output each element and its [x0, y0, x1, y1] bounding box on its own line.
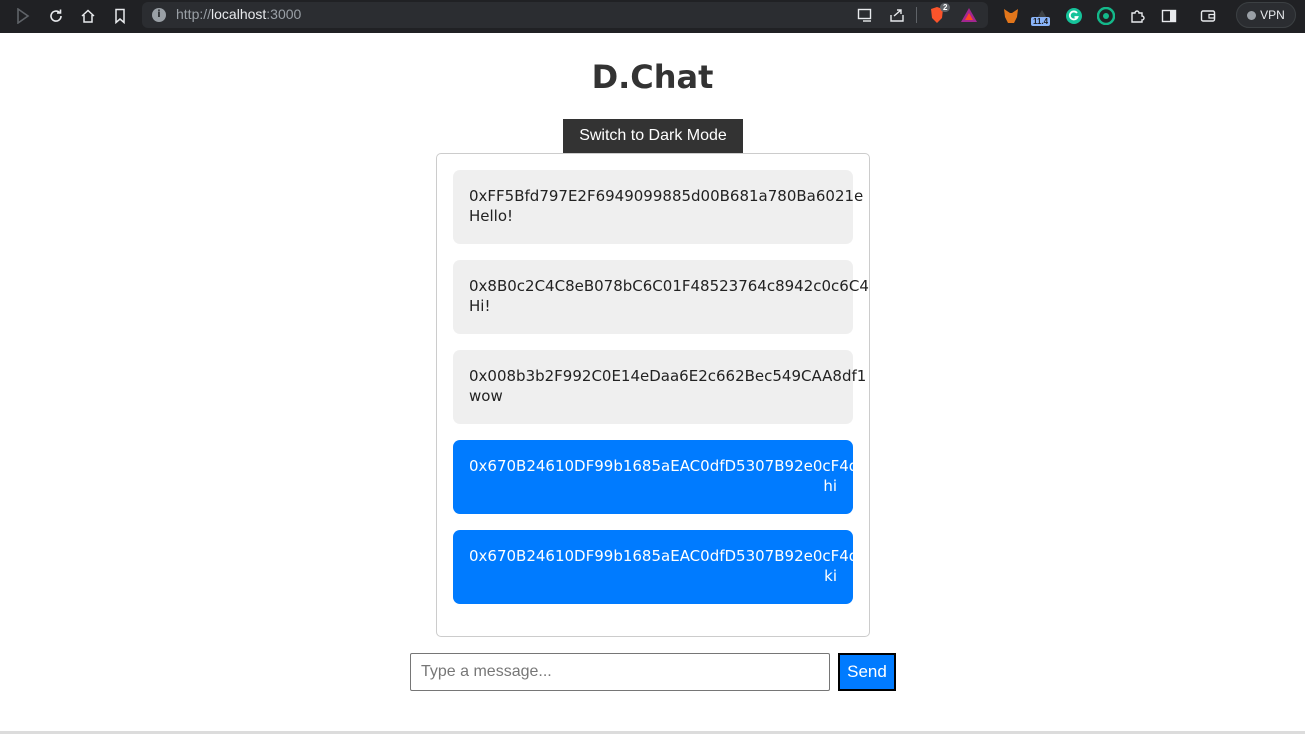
address-bar[interactable]: i http://localhost:3000 2: [142, 2, 988, 28]
message-text: wow: [469, 387, 503, 405]
vpn-status-icon: [1247, 10, 1257, 20]
bookmark-icon[interactable]: [109, 5, 131, 27]
message-text: ki: [824, 567, 837, 585]
message-text: Hi!: [469, 297, 491, 315]
edge-extension-icon[interactable]: [1095, 5, 1117, 27]
share-icon[interactable]: [886, 4, 908, 26]
play-icon[interactable]: [12, 5, 34, 27]
brave-shield-icon[interactable]: 2: [926, 3, 951, 26]
message-text: Hello!: [469, 207, 514, 225]
message-sender: 0x670B24610DF99b1685aEAC0dfD5307B92e0cF4…: [469, 457, 868, 475]
message-sender: 0x8B0c2C4C8eB078bC6C01F48523764c8942c0c6…: [469, 277, 869, 295]
message-bubble: 0x8B0c2C4C8eB078bC6C01F48523764c8942c0c6…: [453, 260, 869, 334]
site-info-icon[interactable]: i: [152, 8, 166, 22]
message-input[interactable]: [410, 653, 830, 691]
message-bubble: 0xFF5Bfd797E2F6949099885d00B681a780Ba602…: [453, 170, 864, 244]
sidebar-icon[interactable]: [1158, 5, 1180, 27]
url-text: http://localhost:3000: [176, 6, 302, 22]
extension-badge: 11.4: [1031, 17, 1051, 26]
send-button[interactable]: Send: [838, 653, 896, 691]
grammarly-icon[interactable]: [1063, 5, 1085, 27]
separator: [916, 7, 917, 23]
message-sender: 0xFF5Bfd797E2F6949099885d00B681a780Ba602…: [469, 187, 864, 205]
vpn-button[interactable]: VPN: [1236, 2, 1296, 28]
extension-icon[interactable]: 11.4: [1031, 5, 1053, 27]
message-bubble: 0x008b3b2F992C0E14eDaa6E2c662Bec549CAA8d…: [453, 350, 867, 424]
vpn-label: VPN: [1260, 8, 1285, 22]
reload-icon[interactable]: [45, 5, 67, 27]
message-sender: 0x670B24610DF99b1685aEAC0dfD5307B92e0cF4…: [469, 547, 868, 565]
cast-icon[interactable]: [854, 4, 876, 26]
chat-window[interactable]: 0xFF5Bfd797E2F6949099885d00B681a780Ba602…: [436, 153, 870, 637]
puzzle-icon[interactable]: [1126, 5, 1148, 27]
message-sender: 0x008b3b2F992C0E14eDaa6E2c662Bec549CAA8d…: [469, 367, 867, 385]
home-icon[interactable]: [77, 5, 99, 27]
metamask-icon[interactable]: [1000, 5, 1022, 27]
brave-badge: 2: [940, 3, 951, 12]
browser-toolbar: i http://localhost:3000 2 11.4 VPN: [0, 0, 1305, 33]
own-message-bubble: 0x670B24610DF99b1685aEAC0dfD5307B92e0cF4…: [453, 530, 868, 604]
message-text: hi: [823, 477, 837, 495]
dark-mode-button[interactable]: Switch to Dark Mode: [563, 119, 743, 153]
page-title: D.Chat: [591, 58, 714, 96]
brave-rewards-icon[interactable]: [958, 4, 980, 26]
wallet-icon[interactable]: [1197, 5, 1219, 27]
own-message-bubble: 0x670B24610DF99b1685aEAC0dfD5307B92e0cF4…: [453, 440, 868, 514]
